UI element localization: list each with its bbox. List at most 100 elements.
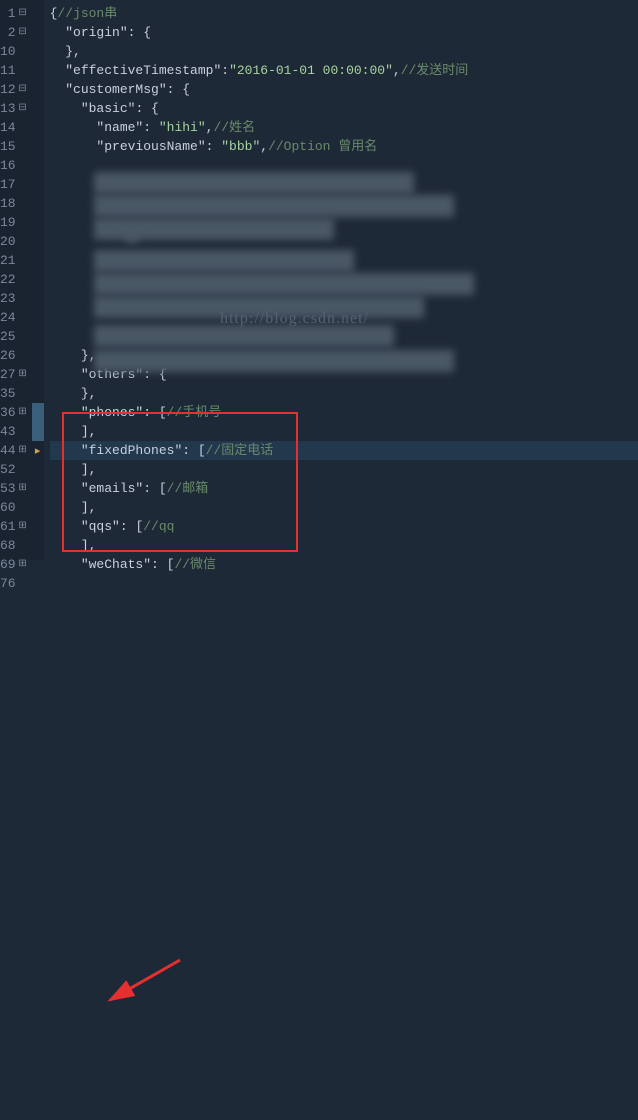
line-number[interactable]: 36⊞ <box>0 403 32 422</box>
line-number[interactable]: 18 <box>0 194 32 213</box>
fold-toggle-icon[interactable]: ⊟ <box>18 23 28 42</box>
redacted-block <box>94 273 474 295</box>
change-markers <box>32 0 44 560</box>
line-number[interactable]: 21 <box>0 251 32 270</box>
line-number[interactable]: 24 <box>0 308 32 327</box>
change-marker <box>32 365 44 384</box>
line-number[interactable]: 22 <box>0 270 32 289</box>
line-number[interactable]: 27⊞ <box>0 365 32 384</box>
code-line[interactable]: "customerMsg": { <box>50 80 638 99</box>
redacted-block <box>94 250 354 272</box>
code-line[interactable]: "basic": { <box>50 99 638 118</box>
code-line[interactable]: "emails": [//邮箱 <box>50 479 638 498</box>
code-line[interactable]: {//json串 <box>50 4 638 23</box>
line-number[interactable]: 25 <box>0 327 32 346</box>
change-marker <box>32 327 44 346</box>
change-marker <box>32 270 44 289</box>
line-number[interactable]: 68 <box>0 536 32 555</box>
change-marker <box>32 213 44 232</box>
line-number[interactable]: 12⊟ <box>0 80 32 99</box>
code-line[interactable]: ], <box>50 536 638 555</box>
fold-toggle-icon[interactable]: ⊞ <box>18 403 28 422</box>
fold-toggle-icon[interactable]: ⊞ <box>18 555 28 574</box>
line-number[interactable]: 17 <box>0 175 32 194</box>
fold-toggle-icon[interactable]: ⊞ <box>18 441 28 460</box>
change-marker <box>32 441 44 460</box>
code-line[interactable] <box>50 574 638 593</box>
line-number[interactable]: 52 <box>0 460 32 479</box>
fold-toggle-icon[interactable]: ⊟ <box>18 80 28 99</box>
change-marker <box>32 194 44 213</box>
code-line[interactable]: "previousName": "bbb",//Option 曾用名 <box>50 137 638 156</box>
redacted-block <box>94 296 424 318</box>
line-number[interactable]: 53⊞ <box>0 479 32 498</box>
code-line[interactable]: ], <box>50 498 638 517</box>
line-number[interactable]: 61⊞ <box>0 517 32 536</box>
code-line[interactable]: }, <box>50 384 638 403</box>
line-number[interactable]: 13⊟ <box>0 99 32 118</box>
line-number[interactable]: 14 <box>0 118 32 137</box>
code-line[interactable]: "name": "hihi",//姓名 <box>50 118 638 137</box>
change-marker <box>32 536 44 555</box>
fold-toggle-icon[interactable]: ⊞ <box>18 517 28 536</box>
redacted-block <box>94 172 414 194</box>
code-line[interactable]: ], <box>50 460 638 479</box>
line-number[interactable]: 11 <box>0 61 32 80</box>
change-marker <box>32 137 44 156</box>
change-marker <box>32 555 44 574</box>
change-marker <box>32 574 44 593</box>
change-marker <box>32 156 44 175</box>
fold-toggle-icon[interactable]: ⊞ <box>18 479 28 498</box>
redacted-block <box>94 350 454 372</box>
change-marker <box>32 422 44 441</box>
line-number[interactable]: 2⊟ <box>0 23 32 42</box>
change-marker <box>32 80 44 99</box>
change-marker <box>32 175 44 194</box>
change-marker <box>32 384 44 403</box>
code-line[interactable]: "qqs": [//qq <box>50 517 638 536</box>
line-number[interactable]: 20 <box>0 232 32 251</box>
redacted-block <box>126 232 138 242</box>
line-number[interactable]: 23 <box>0 289 32 308</box>
code-line[interactable]: "phones": [//手机号 <box>50 403 638 422</box>
annotation-arrow <box>0 560 638 1120</box>
change-marker <box>32 42 44 61</box>
line-number[interactable]: 16 <box>0 156 32 175</box>
line-number[interactable]: 19 <box>0 213 32 232</box>
line-number[interactable]: 26 <box>0 346 32 365</box>
fold-toggle-icon[interactable]: ⊟ <box>18 4 28 23</box>
fold-toggle-icon[interactable]: ⊟ <box>18 99 28 118</box>
change-marker <box>32 4 44 23</box>
redacted-block <box>94 195 454 217</box>
line-number[interactable]: 15 <box>0 137 32 156</box>
change-marker <box>32 517 44 536</box>
change-marker <box>32 118 44 137</box>
line-number[interactable]: 69⊞ <box>0 555 32 574</box>
change-marker <box>32 346 44 365</box>
code-line[interactable]: ], <box>50 422 638 441</box>
line-number[interactable]: 44⊞ <box>0 441 32 460</box>
line-number[interactable]: 35 <box>0 384 32 403</box>
code-line[interactable]: }, <box>50 42 638 61</box>
change-marker <box>32 289 44 308</box>
line-number[interactable]: 1⊟ <box>0 4 32 23</box>
change-marker <box>32 23 44 42</box>
code-line[interactable]: "fixedPhones": [//固定电话 <box>50 441 638 460</box>
change-marker <box>32 251 44 270</box>
code-line[interactable]: "weChats": [//微信 <box>50 555 638 574</box>
line-number[interactable]: 10 <box>0 42 32 61</box>
fold-toggle-icon[interactable]: ⊞ <box>18 365 28 384</box>
line-number[interactable]: 76 <box>0 574 32 593</box>
line-number[interactable]: 43 <box>0 422 32 441</box>
line-number[interactable]: 60 <box>0 498 32 517</box>
redacted-block <box>94 325 394 347</box>
change-marker <box>32 403 44 422</box>
change-marker <box>32 99 44 118</box>
change-marker <box>32 460 44 479</box>
change-marker <box>32 232 44 251</box>
code-line[interactable]: "effectiveTimestamp":"2016-01-01 00:00:0… <box>50 61 638 80</box>
change-marker <box>32 308 44 327</box>
code-line[interactable]: "origin": { <box>50 23 638 42</box>
line-number-gutter[interactable]: 1⊟2⊟101112⊟13⊟14151617181920212223242526… <box>0 0 32 560</box>
change-marker <box>32 479 44 498</box>
